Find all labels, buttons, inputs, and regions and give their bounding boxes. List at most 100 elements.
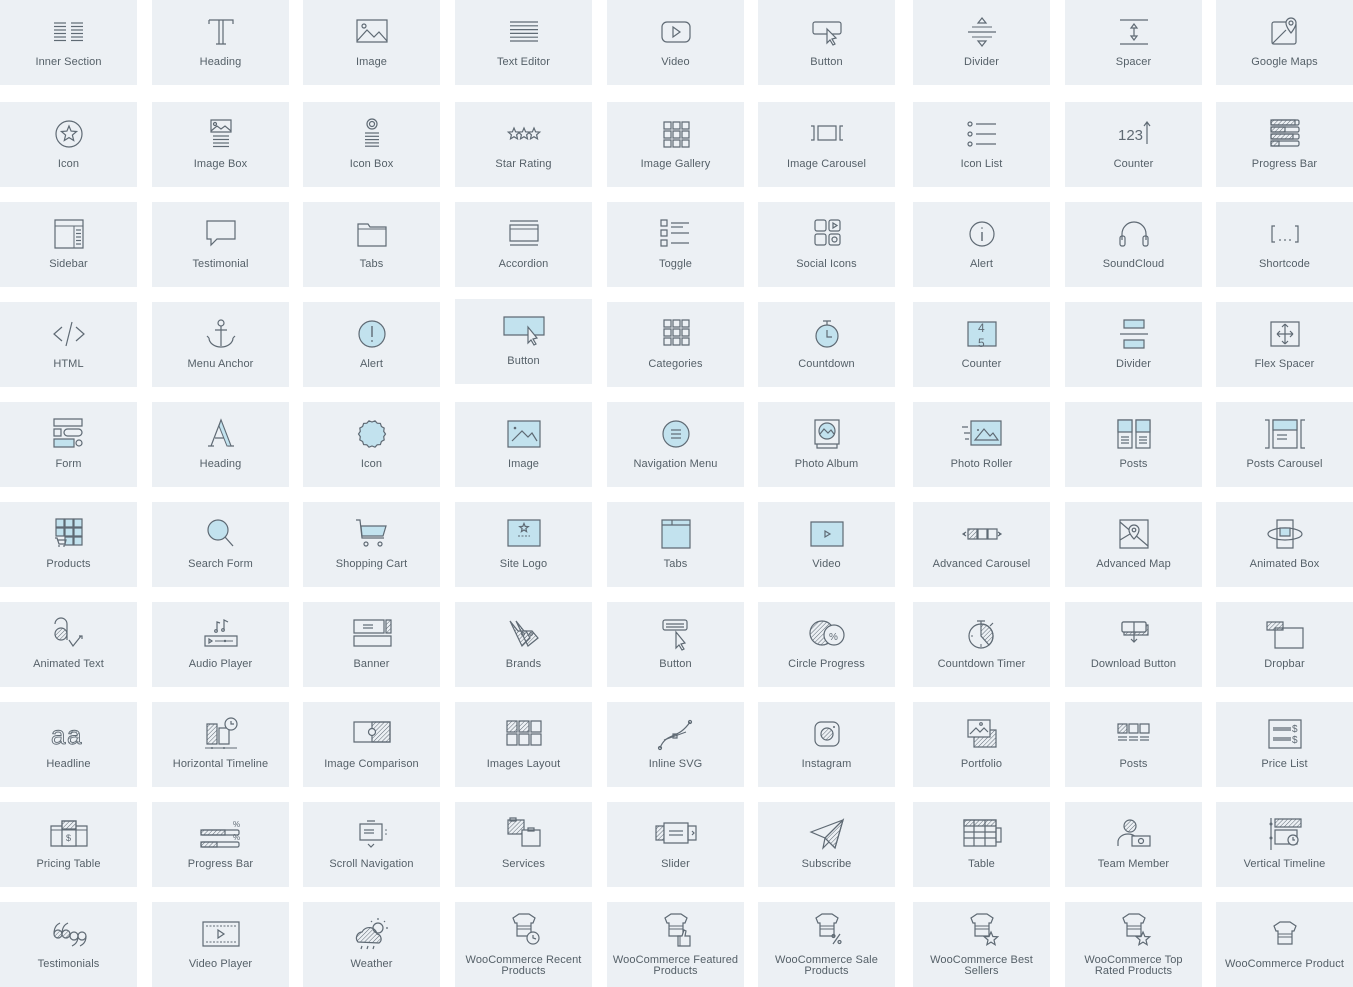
widget-tile-posts-carousel[interactable]: Posts Carousel — [1216, 402, 1353, 487]
widget-tile-video[interactable]: Video — [607, 0, 744, 85]
widget-tile-woocommerce-featured-products[interactable]: WooCommerce Featured Products — [607, 902, 744, 987]
widget-tile-html[interactable]: HTML — [0, 302, 137, 387]
widget-tile-alert[interactable]: Alert — [303, 302, 440, 387]
woo-product-icon — [1265, 916, 1305, 952]
widget-tile-testimonials[interactable]: Testimonials — [0, 902, 137, 987]
progress-percent-icon: %% — [201, 816, 241, 852]
widget-tile-form[interactable]: Form — [0, 402, 137, 487]
widget-label: Portfolio — [960, 758, 1003, 770]
widget-tile-headline[interactable]: a a Headline — [0, 702, 137, 787]
widget-label: Advanced Map — [1096, 558, 1171, 570]
widget-tile-image[interactable]: Image — [455, 402, 592, 487]
widget-tile-accordion[interactable]: Accordion — [455, 202, 592, 287]
widget-tile-image[interactable]: Image — [303, 0, 440, 85]
widget-tile-woocommerce-recent-products[interactable]: WooCommerce Recent Products — [455, 902, 592, 987]
widget-tile-countdown[interactable]: Countdown — [758, 302, 895, 387]
widget-tile-photo-roller[interactable]: Photo Roller — [913, 402, 1050, 487]
widget-tile-sidebar[interactable]: Sidebar — [0, 202, 137, 287]
widget-tile-soundcloud[interactable]: SoundCloud — [1065, 202, 1202, 287]
widget-tile-icon-list[interactable]: Icon List — [913, 102, 1050, 187]
widget-label: Photo Album — [794, 458, 859, 470]
widget-tile-google-maps[interactable]: Google Maps — [1216, 0, 1353, 85]
widget-label: Dropbar — [1264, 658, 1305, 670]
widget-tile-subscribe[interactable]: Subscribe — [758, 802, 895, 887]
widget-tile-instagram[interactable]: Instagram — [758, 702, 895, 787]
widget-tile-heading[interactable]: Heading — [152, 0, 289, 85]
widget-tile-categories[interactable]: Categories — [607, 302, 744, 387]
widget-tile-products[interactable]: Products — [0, 502, 137, 587]
widget-tile-divider[interactable]: Divider — [1065, 302, 1202, 387]
widget-tile-image-comparison[interactable]: Image Comparison — [303, 702, 440, 787]
widget-tile-divider[interactable]: Divider — [913, 0, 1050, 85]
widget-tile-inner-section[interactable]: Inner Section — [0, 0, 137, 85]
widget-tile-icon-box[interactable]: Icon Box — [303, 102, 440, 187]
widget-tile-inline-svg[interactable]: Inline SVG — [607, 702, 744, 787]
widget-tile-photo-album[interactable]: Photo Album — [758, 402, 895, 487]
widget-tile-dropbar[interactable]: Dropbar — [1216, 602, 1353, 687]
widget-tile-star-rating[interactable]: Star Rating — [455, 102, 592, 187]
widget-tile-video[interactable]: Video — [758, 502, 895, 587]
widget-tile-posts[interactable]: Posts — [1065, 702, 1202, 787]
widget-tile-toggle[interactable]: Toggle — [607, 202, 744, 287]
widget-tile-progress-bar[interactable]: %% Progress Bar — [152, 802, 289, 887]
widget-tile-button[interactable]: Button — [607, 602, 744, 687]
widget-label: Price List — [1261, 758, 1308, 770]
widget-tile-countdown-timer[interactable]: Countdown Timer — [913, 602, 1050, 687]
widget-tile-image-gallery[interactable]: Image Gallery — [607, 102, 744, 187]
widget-tile-portfolio[interactable]: Portfolio — [913, 702, 1050, 787]
widget-tile-services[interactable]: Services — [455, 802, 592, 887]
widget-tile-icon[interactable]: Icon — [303, 402, 440, 487]
widget-tile-table[interactable]: Table — [913, 802, 1050, 887]
widget-tile-images-layout[interactable]: Images Layout — [455, 702, 592, 787]
widget-tile-advanced-carousel[interactable]: Advanced Carousel — [913, 502, 1050, 587]
widget-tile-price-list[interactable]: $ $ Price List — [1216, 702, 1353, 787]
widget-tile-scroll-navigation[interactable]: Scroll Navigation — [303, 802, 440, 887]
widget-tile-horizontal-timeline[interactable]: Horizontal Timeline — [152, 702, 289, 787]
widget-tile-pricing-table[interactable]: $ Pricing Table — [0, 802, 137, 887]
image-comparison-icon — [352, 716, 392, 752]
widget-tile-circle-progress[interactable]: % Circle Progress — [758, 602, 895, 687]
widget-tile-text-editor[interactable]: Text Editor — [455, 0, 592, 85]
widget-tile-progress-bar[interactable]: Progress Bar — [1216, 102, 1353, 187]
widget-tile-button[interactable]: Button — [455, 299, 592, 384]
widget-tile-heading[interactable]: Heading — [152, 402, 289, 487]
widget-tile-icon[interactable]: Icon — [0, 102, 137, 187]
widget-tile-alert[interactable]: Alert — [913, 202, 1050, 287]
widget-tile-tabs[interactable]: Tabs — [303, 202, 440, 287]
widget-tile-counter[interactable]: 123 Counter — [1065, 102, 1202, 187]
widget-tile-advanced-map[interactable]: Advanced Map — [1065, 502, 1202, 587]
widget-tile-button[interactable]: Button — [758, 0, 895, 85]
widget-tile-spacer[interactable]: Spacer — [1065, 0, 1202, 85]
widget-tile-tabs[interactable]: Tabs — [607, 502, 744, 587]
widget-tile-counter[interactable]: 4 5 Counter — [913, 302, 1050, 387]
widget-tile-brands[interactable]: Brands — [455, 602, 592, 687]
widget-tile-woocommerce-best-sellers[interactable]: WooCommerce Best Sellers — [913, 902, 1050, 987]
widget-tile-animated-text[interactable]: Animated Text — [0, 602, 137, 687]
widget-tile-site-logo[interactable]: Site Logo — [455, 502, 592, 587]
widget-tile-animated-box[interactable]: Animated Box — [1216, 502, 1353, 587]
widget-tile-woocommerce-sale-products[interactable]: WooCommerce Sale Products — [758, 902, 895, 987]
widget-tile-social-icons[interactable]: Social Icons — [758, 202, 895, 287]
widget-tile-image-carousel[interactable]: Image Carousel — [758, 102, 895, 187]
widget-tile-banner[interactable]: Banner — [303, 602, 440, 687]
widget-tile-weather[interactable]: Weather — [303, 902, 440, 987]
widget-tile-woocommerce-top-rated-products[interactable]: WooCommerce Top Rated Products — [1065, 902, 1202, 987]
widget-tile-flex-spacer[interactable]: Flex Spacer — [1216, 302, 1353, 387]
widget-tile-slider[interactable]: Slider — [607, 802, 744, 887]
widget-tile-navigation-menu[interactable]: Navigation Menu — [607, 402, 744, 487]
widget-tile-image-box[interactable]: Image Box — [152, 102, 289, 187]
widget-tile-download-button[interactable]: Download Button — [1065, 602, 1202, 687]
widget-tile-shortcode[interactable]: Shortcode — [1216, 202, 1353, 287]
widget-tile-testimonial[interactable]: Testimonial — [152, 202, 289, 287]
widget-tile-woocommerce-product[interactable]: WooCommerce Product — [1216, 902, 1353, 987]
widget-tile-search-form[interactable]: Search Form — [152, 502, 289, 587]
widget-tile-vertical-timeline[interactable]: Vertical Timeline — [1216, 802, 1353, 887]
widget-tile-menu-anchor[interactable]: Menu Anchor — [152, 302, 289, 387]
widget-tile-shopping-cart[interactable]: Shopping Cart — [303, 502, 440, 587]
widget-label: Video Player — [188, 958, 253, 970]
widget-tile-team-member[interactable]: Team Member — [1065, 802, 1202, 887]
widget-tile-posts[interactable]: Posts — [1065, 402, 1202, 487]
widget-tile-video-player[interactable]: Video Player — [152, 902, 289, 987]
divider-icon — [962, 14, 1002, 50]
widget-tile-audio-player[interactable]: Audio Player — [152, 602, 289, 687]
